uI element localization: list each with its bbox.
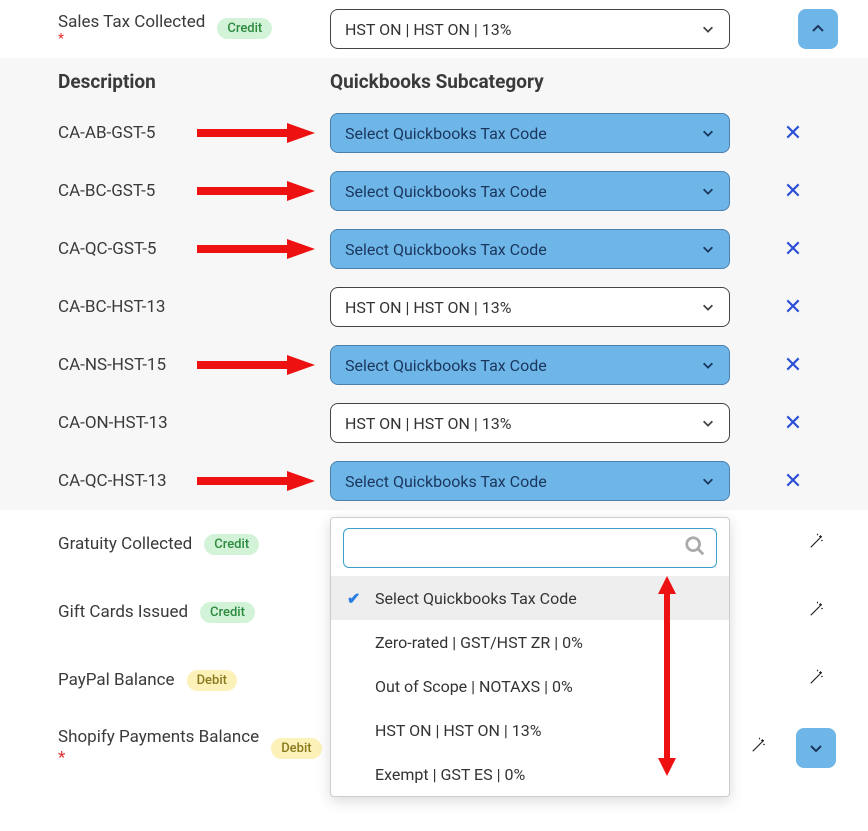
chevron-down-icon [701,184,715,198]
remove-button[interactable]: ✕ [773,469,813,494]
select-value: Select Quickbooks Tax Code [345,182,547,201]
select-value: Select Quickbooks Tax Code [345,356,547,375]
tax-desc: CA-BC-HST-13 [58,297,165,317]
dropdown-option[interactable]: HST ON | HST ON | 13% [331,708,729,752]
tax-code-select[interactable]: Select Quickbooks Tax Code [330,229,730,269]
tax-row: CA-QC-GST-5 Select Quickbooks Tax Code ✕ [0,220,868,278]
tax-row: CA-BC-HST-13 HST ON | HST ON | 13% ✕ [0,278,868,336]
tax-code-dropdown[interactable]: Select Quickbooks Tax CodeZero-rated | G… [330,517,730,797]
required-asterisk: * [58,32,205,46]
tax-desc: CA-NS-HST-15 [58,355,166,375]
tax-desc: CA-AB-GST-5 [58,123,155,143]
select-value: HST ON | HST ON | 13% [345,20,511,39]
account-label: Shopify Payments Balance * [58,727,259,770]
credit-badge: Credit [217,18,272,39]
tax-desc: CA-BC-GST-5 [58,181,155,201]
credit-badge: Credit [204,534,259,555]
chevron-down-icon [701,242,715,256]
debit-badge: Debit [271,738,321,759]
collapse-button[interactable] [798,9,838,49]
chevron-down-icon [701,416,715,430]
account-label: PayPal Balance [58,670,175,690]
debit-badge: Debit [187,670,237,691]
tax-desc: CA-ON-HST-13 [58,413,168,433]
tax-row: CA-QC-HST-13 Select Quickbooks Tax Code … [0,452,868,510]
remove-button[interactable]: ✕ [773,295,813,320]
chevron-down-icon [701,22,715,36]
tax-row: CA-AB-GST-5 Select Quickbooks Tax Code ✕ [0,104,868,162]
magic-wand-icon[interactable] [738,737,778,760]
select-value: Select Quickbooks Tax Code [345,472,547,491]
chevron-down-icon [701,474,715,488]
sales-tax-label: Sales Tax Collected [58,12,205,32]
chevron-down-icon [701,300,715,314]
description-header: Description [58,70,156,93]
remove-button[interactable]: ✕ [773,179,813,204]
tax-row: CA-ON-HST-13 HST ON | HST ON | 13% ✕ [0,394,868,452]
tax-desc: CA-QC-HST-13 [58,471,167,491]
select-value: HST ON | HST ON | 13% [345,414,511,433]
chevron-down-icon [701,358,715,372]
tax-desc: CA-QC-GST-5 [58,239,156,259]
tax-code-select[interactable]: HST ON | HST ON | 13% [330,403,730,443]
search-icon [684,535,706,562]
dropdown-option[interactable]: Exempt | GST ES | 0% [331,752,729,796]
magic-wand-icon[interactable] [796,533,836,556]
credit-badge: Credit [200,602,255,623]
expand-button[interactable] [796,728,836,768]
tax-code-select[interactable]: Select Quickbooks Tax Code [330,461,730,501]
tax-row: CA-NS-HST-15 Select Quickbooks Tax Code … [0,336,868,394]
select-value: Select Quickbooks Tax Code [345,124,547,143]
tax-code-select[interactable]: HST ON | HST ON | 13% [330,9,730,49]
dropdown-option[interactable]: Out of Scope | NOTAXS | 0% [331,664,729,708]
magic-wand-icon[interactable] [796,669,836,692]
account-label: Gift Cards Issued [58,602,188,622]
subcategory-header: Quickbooks Subcategory [330,70,544,93]
tax-code-select[interactable]: HST ON | HST ON | 13% [330,287,730,327]
remove-button[interactable]: ✕ [773,411,813,436]
magic-wand-icon[interactable] [796,601,836,624]
remove-button[interactable]: ✕ [773,237,813,262]
tax-code-select[interactable]: Select Quickbooks Tax Code [330,113,730,153]
tax-row: CA-BC-GST-5 Select Quickbooks Tax Code ✕ [0,162,868,220]
account-label: Gratuity Collected [58,534,192,554]
tax-code-select[interactable]: Select Quickbooks Tax Code [330,345,730,385]
chevron-down-icon [701,126,715,140]
dropdown-option[interactable]: Zero-rated | GST/HST ZR | 0% [331,620,729,664]
select-value: Select Quickbooks Tax Code [345,240,547,259]
select-value: HST ON | HST ON | 13% [345,298,511,317]
remove-button[interactable]: ✕ [773,121,813,146]
dropdown-option[interactable]: Select Quickbooks Tax Code [331,576,729,620]
remove-button[interactable]: ✕ [773,353,813,378]
tax-code-select[interactable]: Select Quickbooks Tax Code [330,171,730,211]
dropdown-search-input[interactable] [354,538,678,559]
dropdown-search[interactable] [343,528,717,568]
